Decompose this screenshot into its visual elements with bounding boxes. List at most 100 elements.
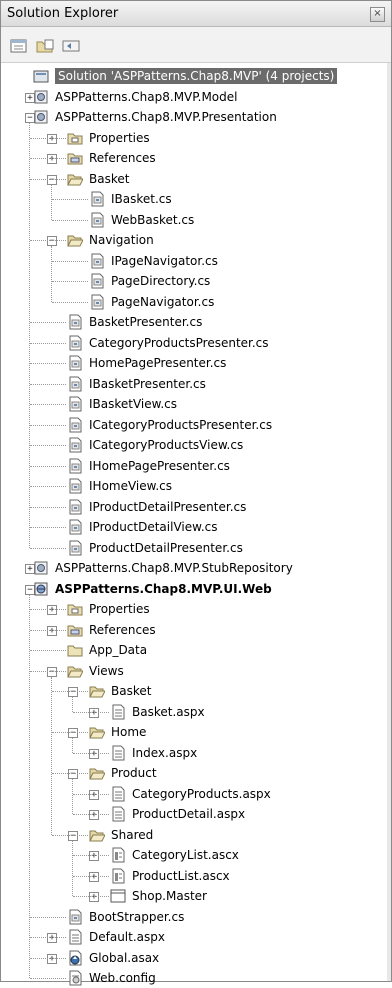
tree-item-label: Global.asax (89, 950, 160, 965)
tree-connector (52, 732, 88, 733)
expand-toggle[interactable]: + (47, 133, 57, 144)
tree-item[interactable]: + CategoryList.ascx (1, 845, 391, 865)
tree-connector (30, 445, 66, 446)
tree-connector (30, 650, 66, 651)
cs-file-icon (69, 355, 82, 371)
properties-icon[interactable] (10, 39, 28, 53)
aspx-file-icon (69, 929, 82, 945)
tree-connector (51, 676, 52, 835)
close-button[interactable]: × (370, 7, 385, 22)
tree-connector (72, 840, 73, 896)
tree-connector (52, 691, 88, 692)
expand-toggle[interactable]: + (89, 748, 99, 759)
cs-file-icon (69, 909, 82, 924)
tree-item-label: Navigation (89, 233, 154, 247)
tree-connector (30, 547, 66, 549)
tree-item-label: Solution 'ASPPatterns.Chap8.MVP' (4 proj… (55, 68, 338, 84)
tree-connector (73, 814, 109, 815)
tree-item[interactable]: + Shop.Master (1, 886, 391, 906)
tree-item-label: Views (89, 663, 124, 678)
collapse-toggle[interactable]: − (68, 687, 78, 697)
expand-toggle[interactable]: + (89, 707, 99, 718)
tree-item[interactable]: + ASPPatterns.Chap8.MVP.StubRepository (1, 558, 391, 578)
tree-item-label: ICategoryProductsPresenter.cs (89, 417, 273, 432)
tree-item-label: ASPPatterns.Chap8.MVP.Model (55, 89, 238, 104)
tree-item-label: ProductList.ascx (132, 868, 230, 883)
cs-file-icon (91, 253, 104, 268)
tree-connector (30, 937, 66, 938)
tree-item-label: Home (111, 725, 147, 739)
tree-item-label: PageNavigator.cs (111, 294, 215, 309)
tree-item[interactable]: + ProductList.ascx (1, 866, 391, 886)
asax-file-icon (69, 950, 82, 965)
properties-folder-icon (67, 133, 83, 144)
collapse-toggle[interactable]: − (68, 728, 78, 738)
tree-item[interactable]: + Index.aspx (1, 743, 391, 763)
cs-file-icon (69, 540, 82, 555)
tree-item-label: Shop.Master (132, 889, 207, 903)
tree-item-label: PageDirectory.cs (111, 274, 211, 288)
tree-item[interactable]: + ProductDetail.aspx (1, 804, 391, 824)
tree-item[interactable]: + CategoryProducts.aspx (1, 784, 391, 804)
tree-connector (30, 363, 66, 364)
tree-connector (30, 322, 66, 323)
project-icon (34, 90, 48, 103)
tree-item[interactable]: + Basket.aspx (1, 702, 391, 722)
tree-item-label: ASPPatterns.Chap8.MVP.UI.Web (55, 581, 272, 596)
expand-toggle[interactable]: + (47, 933, 57, 943)
tree-item-label: IBasketView.cs (89, 397, 178, 411)
tree-item-label: Shared (111, 827, 154, 842)
expand-toggle[interactable]: + (89, 789, 99, 800)
collapse-toggle[interactable]: − (47, 174, 57, 185)
tree-connector (30, 629, 66, 631)
folder-open-icon (67, 235, 83, 247)
show-all-files-icon[interactable] (36, 39, 54, 53)
panel-title: Solution Explorer (7, 6, 119, 21)
expand-toggle[interactable]: + (89, 871, 99, 882)
tree-connector (72, 738, 73, 753)
tree-item[interactable]: − ASPPatterns.Chap8.MVP.UI.Web (1, 579, 391, 599)
expand-toggle[interactable]: + (47, 953, 57, 964)
expand-toggle[interactable]: + (47, 625, 57, 636)
tree-item[interactable]: − ASPPatterns.Chap8.MVP.Presentation (1, 107, 391, 127)
collapse-toggle[interactable]: − (47, 666, 57, 677)
cs-file-icon (69, 519, 82, 535)
tree-connector (30, 527, 66, 528)
cs-file-icon (69, 314, 82, 330)
tree-item[interactable]: Solution 'ASPPatterns.Chap8.MVP' (4 proj… (1, 66, 391, 86)
tree-item-label: Basket.aspx (132, 704, 205, 719)
scrollbar[interactable] (387, 63, 391, 981)
tree-item-label: IHomeView.cs (89, 479, 173, 493)
collapse-toggle[interactable]: − (68, 830, 78, 841)
cs-file-icon (69, 499, 82, 514)
tree-connector (52, 773, 88, 774)
tree-connector (30, 137, 66, 139)
tree-connector (52, 281, 88, 282)
tree-connector (51, 184, 52, 220)
tree-connector (72, 779, 73, 814)
collapse-toggle[interactable]: − (68, 769, 78, 779)
expand-toggle[interactable]: + (89, 851, 99, 861)
collapse-toggle[interactable]: − (47, 236, 57, 246)
tree-item[interactable]: + ASPPatterns.Chap8.MVP.Model (1, 87, 391, 107)
tree-item-label: IBasketPresenter.cs (89, 376, 206, 391)
tree-item-label: HomePagePresenter.cs (89, 356, 227, 370)
tree-connector (52, 834, 88, 836)
tree-connector (30, 178, 66, 180)
expand-toggle[interactable]: + (47, 154, 57, 164)
title-bar: Solution Explorer × (1, 1, 391, 27)
tree-item-label: IPageNavigator.cs (111, 253, 218, 268)
tree-connector (30, 424, 66, 426)
refresh-icon[interactable] (62, 39, 80, 53)
tree-connector (30, 158, 66, 159)
solution-explorer-panel: Solution Explorer × Solution 'ASPPattern… (0, 0, 392, 986)
aspx-file-icon (112, 786, 125, 801)
tree-item-label: IBasket.cs (111, 192, 172, 206)
expand-toggle[interactable]: + (89, 810, 99, 820)
aspx-file-icon (112, 704, 125, 719)
tree-connector (73, 752, 109, 754)
tree-item-label: References (89, 622, 156, 637)
tree-item-label: BootStrapper.cs (89, 909, 185, 924)
expand-toggle[interactable]: + (47, 605, 57, 615)
expand-toggle[interactable]: + (89, 892, 99, 902)
